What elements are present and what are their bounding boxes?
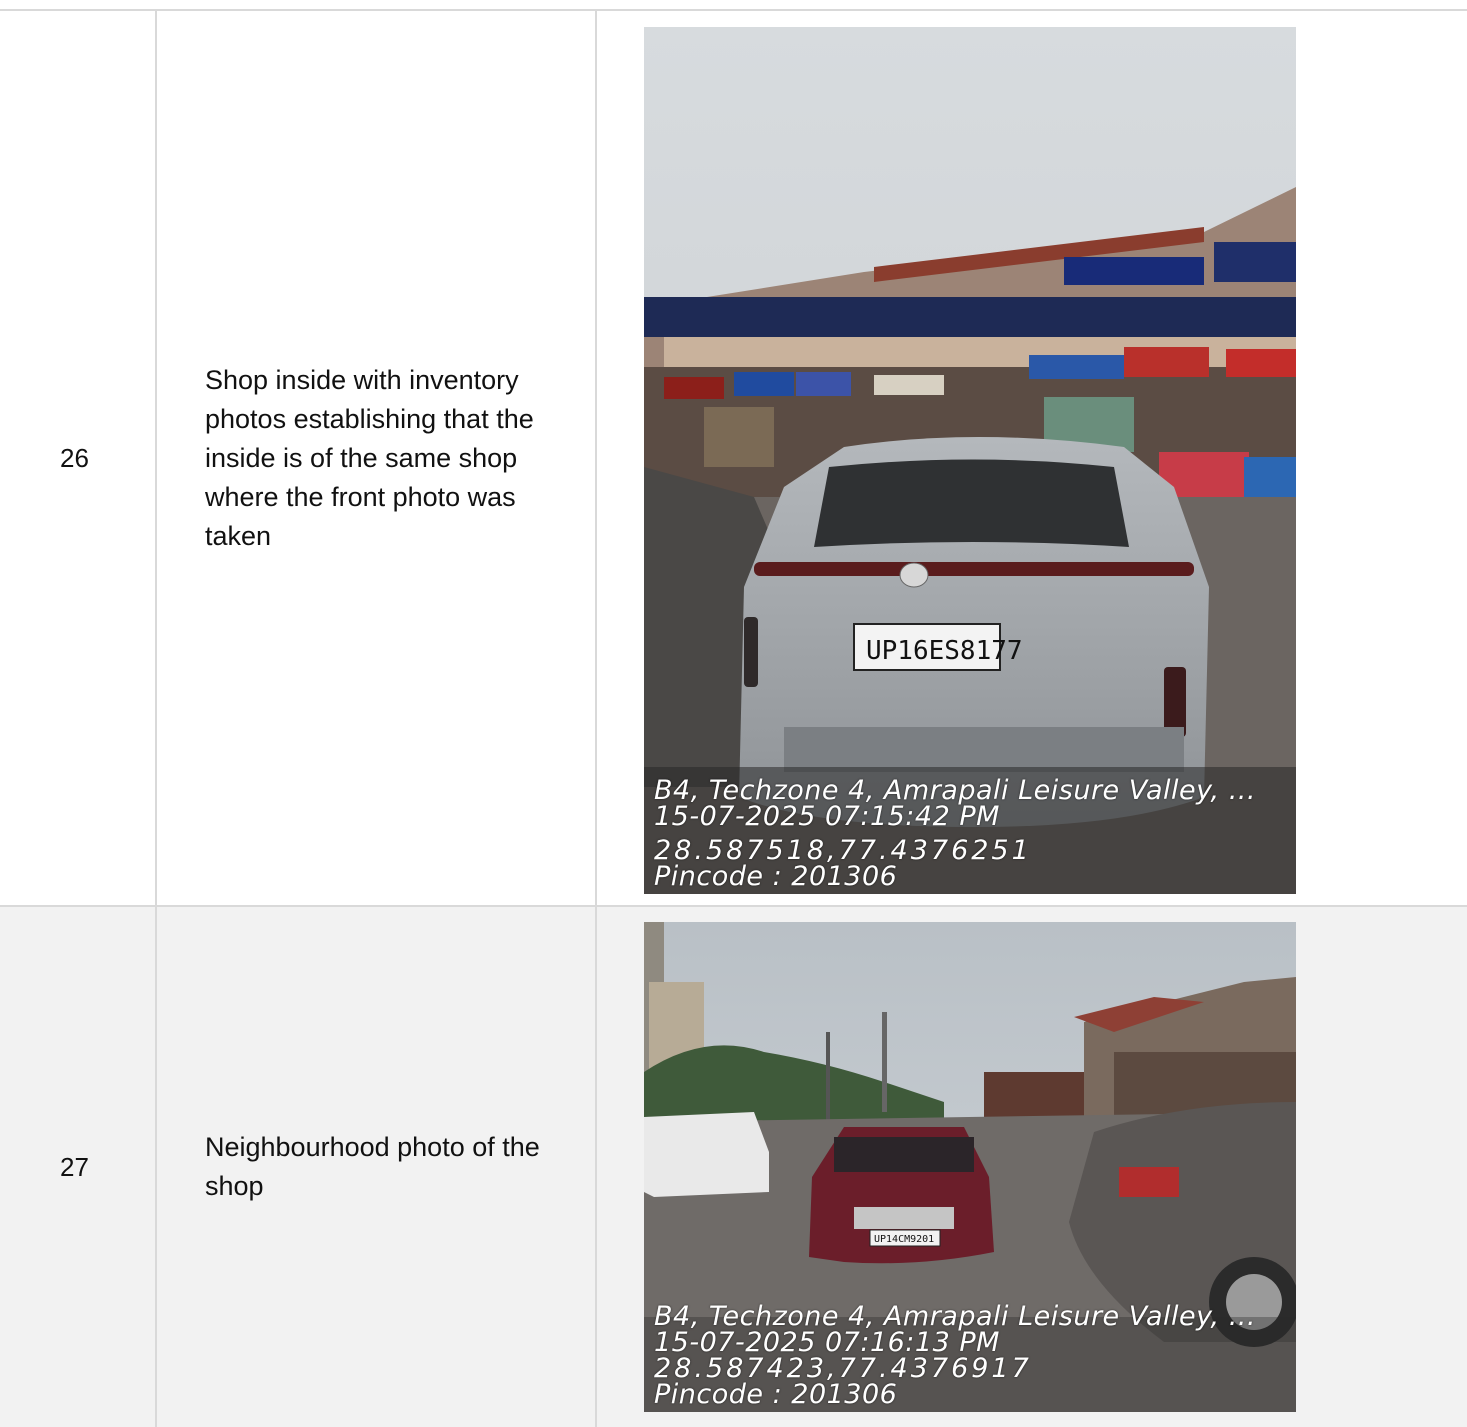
table-row: 26 Shop inside with inventory photos est… [0, 11, 1467, 907]
table-row: 27 Neighbourhood photo of the shop UP14C… [0, 907, 1467, 1427]
row-photo-cell: UP16ES8177 B4, Techzone 4, Amrapali Leis… [597, 11, 1467, 905]
row-number: 26 [0, 11, 157, 905]
stamp-pincode: Pincode : 201306 [654, 861, 898, 892]
car-parked-in-front-of-shops-image: UP16ES8177 [644, 27, 1296, 894]
row-photo-cell: UP14CM9201 B4, Techzone 4, Amrapali Leis… [597, 907, 1467, 1427]
geotag-stamp: B4, Techzone 4, Amrapali Leisure Valley,… [654, 777, 1286, 892]
photo-evidence-table: 26 Shop inside with inventory photos est… [0, 9, 1467, 1427]
geotag-stamp: B4, Techzone 4, Amrapali Leisure Valley,… [654, 1303, 1286, 1410]
stamp-datetime: 15-07-2025 07:15:42 PM [654, 801, 1000, 832]
geotagged-photo: UP16ES8177 B4, Techzone 4, Amrapali Leis… [644, 27, 1296, 894]
row-description: Neighbourhood photo of the shop [157, 907, 597, 1427]
row-description: Shop inside with inventory photos establ… [157, 11, 597, 905]
license-plate-text: UP14CM9201 [874, 1234, 934, 1245]
license-plate-text: UP16ES8177 [866, 636, 1023, 666]
stamp-pincode: Pincode : 201306 [654, 1379, 898, 1410]
geotagged-photo: UP14CM9201 B4, Techzone 4, Amrapali Leis… [644, 922, 1296, 1412]
row-number: 27 [0, 907, 157, 1427]
